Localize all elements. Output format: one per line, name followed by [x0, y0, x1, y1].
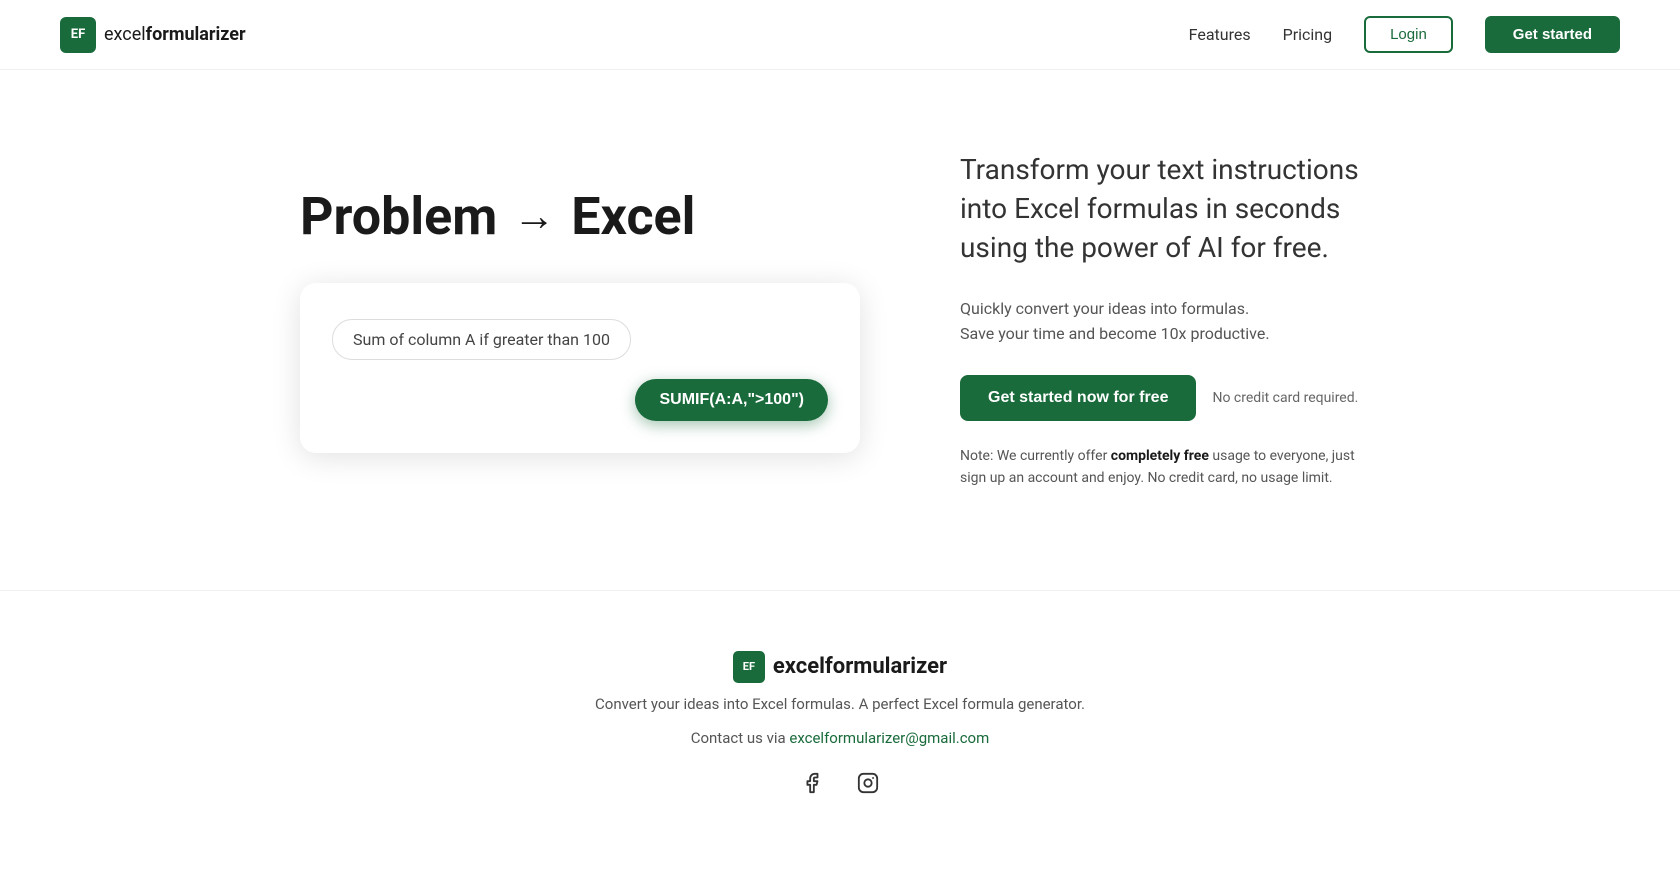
no-credit-card-text: No credit card required. [1212, 390, 1358, 406]
get-started-nav-button[interactable]: Get started [1485, 16, 1620, 53]
hero-section: Problem → Excel Sum of column A if great… [0, 70, 1680, 550]
footer-tagline: Convert your ideas into Excel formulas. … [60, 695, 1620, 713]
cta-main-button[interactable]: Get started now for free [960, 375, 1196, 421]
footer-email-link[interactable]: excelformularizer@gmail.com [789, 729, 989, 747]
title-problem: Problem [300, 186, 497, 247]
title-excel: Excel [571, 186, 695, 247]
note-bold: completely free [1111, 448, 1209, 464]
hero-sub: Quickly convert your ideas into formulas… [960, 296, 1380, 347]
footer-logo: EF excelformularizer [60, 651, 1620, 683]
demo-box: Sum of column A if greater than 100 SUMI… [300, 283, 860, 453]
logo-text: excelformularizer [104, 24, 246, 45]
logo-name-plain: excel [104, 24, 146, 45]
cta-row: Get started now for free No credit card … [960, 375, 1380, 421]
navbar: EF excelformularizer Features Pricing Lo… [0, 0, 1680, 70]
social-icons [60, 767, 1620, 799]
login-button[interactable]: Login [1364, 16, 1453, 53]
logo-abbr: EF [71, 27, 85, 42]
hero-title: Problem → Excel [300, 186, 860, 247]
footer-contact-prefix: Contact us via [691, 729, 790, 747]
instagram-icon[interactable] [852, 767, 884, 799]
features-link[interactable]: Features [1189, 25, 1251, 44]
note-prefix: Note: We currently offer [960, 448, 1111, 464]
hero-sub-line2: Save your time and become 10x productive… [960, 324, 1270, 343]
footer: EF excelformularizer Convert your ideas … [0, 590, 1680, 839]
logo-icon: EF [60, 17, 96, 53]
demo-input-text: Sum of column A if greater than 100 [332, 319, 631, 360]
note-text: Note: We currently offer completely free… [960, 445, 1380, 490]
logo[interactable]: EF excelformularizer [60, 17, 246, 53]
footer-logo-icon: EF [733, 651, 765, 683]
hero-tagline: Transform your text instructions into Ex… [960, 150, 1380, 268]
logo-name-bold: formularizer [146, 24, 246, 45]
title-arrow-icon: → [513, 192, 555, 241]
hero-sub-line1: Quickly convert your ideas into formulas… [960, 299, 1249, 318]
nav-right: Features Pricing Login Get started [1189, 16, 1620, 53]
facebook-icon[interactable] [796, 767, 828, 799]
demo-formula-button[interactable]: SUMIF(A:A,">100") [635, 379, 828, 421]
hero-right: Transform your text instructions into Ex… [960, 150, 1380, 490]
footer-logo-text: excelformularizer [773, 654, 947, 679]
hero-left: Problem → Excel Sum of column A if great… [300, 186, 860, 453]
footer-contact: Contact us via excelformularizer@gmail.c… [60, 729, 1620, 747]
footer-logo-abbr: EF [743, 660, 755, 673]
pricing-link[interactable]: Pricing [1283, 25, 1333, 44]
